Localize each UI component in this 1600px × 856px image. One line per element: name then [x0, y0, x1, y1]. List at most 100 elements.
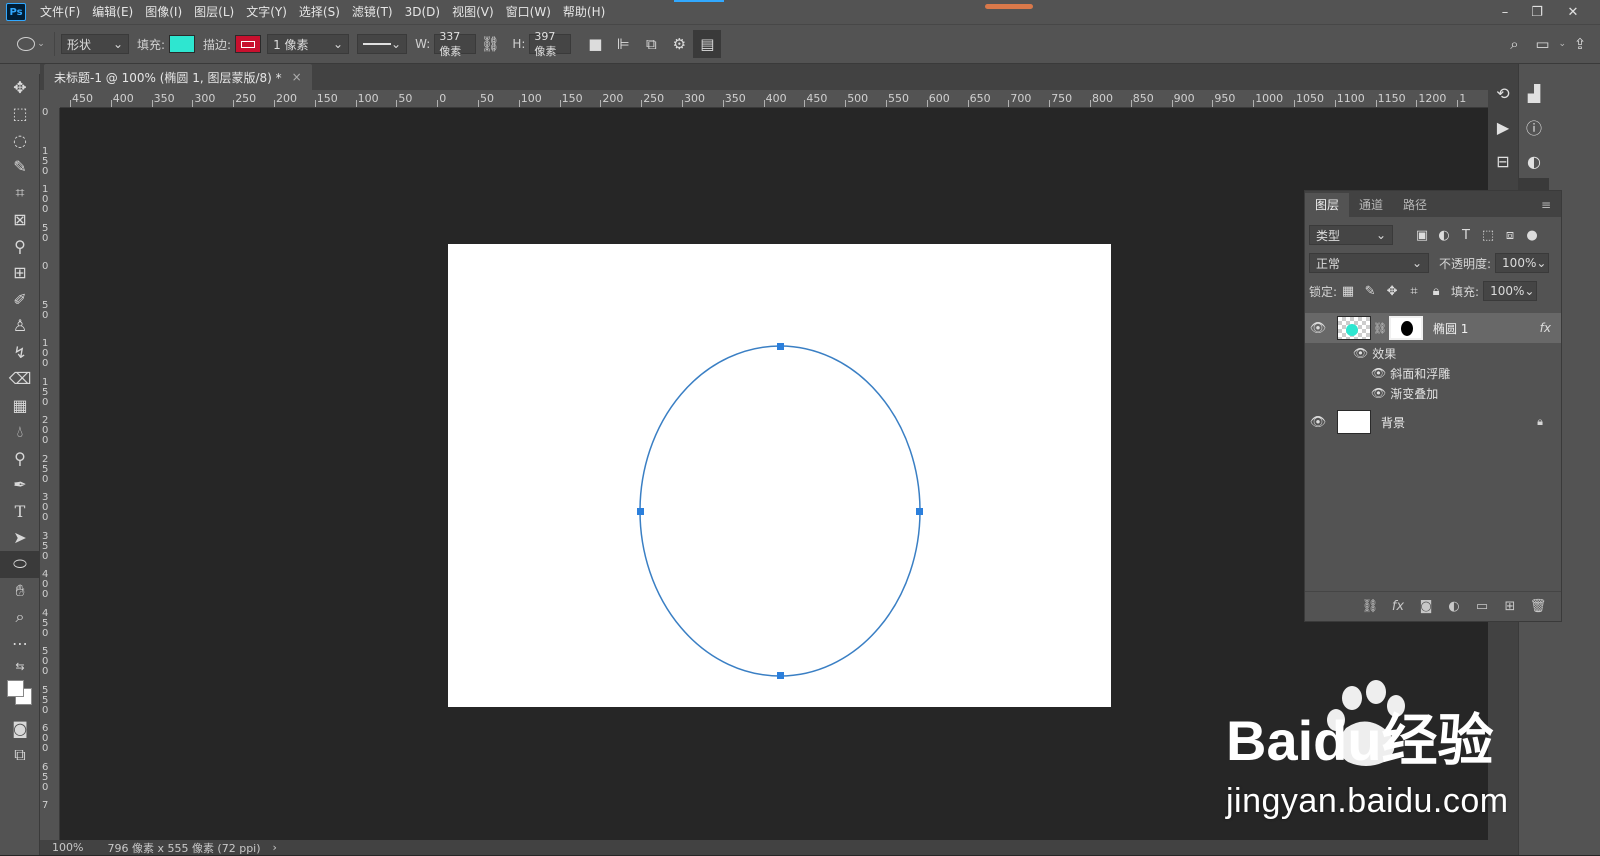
ellipse-path[interactable]: [639, 345, 921, 677]
blend-mode-select[interactable]: 正常 ⌄: [1309, 253, 1429, 273]
fill-input[interactable]: 100% ⌄: [1483, 281, 1538, 301]
link-layers-icon[interactable]: ⛓: [1359, 597, 1381, 617]
document-canvas[interactable]: [448, 244, 1111, 707]
tab-paths[interactable]: 路径: [1393, 193, 1437, 217]
tab-channels[interactable]: 通道: [1349, 193, 1393, 217]
lock-artboard-icon[interactable]: ⌗: [1403, 281, 1425, 301]
eye-icon[interactable]: 👁︎: [1353, 346, 1368, 360]
layer-row-ellipse[interactable]: 👁︎ ⛓ 椭圆 1 fx: [1305, 313, 1561, 343]
effect-gradient-row[interactable]: 👁︎ 渐变叠加: [1305, 383, 1561, 403]
menu-type[interactable]: 文字(Y): [240, 0, 293, 24]
hand-tool-icon[interactable]: ✋︎: [0, 578, 40, 605]
ellipse-shape[interactable]: [448, 244, 1111, 707]
vertical-ruler[interactable]: 0 1 5 0 1 0 0 5 0 0 5 0 1 0 0 1 5 0 2 0 0 2 5 0 3 …: [40, 108, 60, 840]
stamp-tool-icon[interactable]: ♙: [0, 313, 40, 340]
status-menu-arrow[interactable]: ›: [273, 841, 277, 854]
menu-filter[interactable]: 滤镜(T): [346, 0, 399, 24]
gear-icon[interactable]: ⚙: [665, 30, 693, 58]
anchor-handle-right[interactable]: [916, 508, 923, 515]
filter-pixel-icon[interactable]: ▣: [1411, 225, 1433, 245]
quick-mask-icon[interactable]: ◙: [0, 715, 40, 742]
filter-smart-object-icon[interactable]: ⧈: [1499, 225, 1521, 245]
zoom-tool-icon[interactable]: ⌕: [0, 604, 40, 631]
add-mask-icon[interactable]: ◙: [1415, 597, 1437, 617]
lock-image-icon[interactable]: ✎: [1359, 281, 1381, 301]
more-tools-icon[interactable]: ⋯: [0, 631, 40, 658]
menu-layer[interactable]: 图层(L): [188, 0, 240, 24]
filter-adjustment-icon[interactable]: ◐: [1433, 225, 1455, 245]
height-input[interactable]: 397 像素: [529, 30, 572, 58]
search-icon[interactable]: ⌕: [1500, 30, 1528, 58]
tool-mode-select[interactable]: 形状 ⌄: [61, 34, 129, 54]
minimize-button[interactable]: –: [1490, 0, 1520, 24]
filter-type-icon[interactable]: T: [1455, 225, 1477, 245]
marquee-tool-icon[interactable]: ⬚: [0, 101, 40, 128]
effects-row[interactable]: 👁︎ 效果: [1305, 343, 1561, 363]
filter-toggle-icon[interactable]: ●: [1521, 225, 1543, 245]
anchor-handle-bottom[interactable]: [777, 672, 784, 679]
menu-select[interactable]: 选择(S): [293, 0, 346, 24]
brush-tool-icon[interactable]: ✐: [0, 286, 40, 313]
lock-position-icon[interactable]: ✥: [1381, 281, 1403, 301]
lock-all-icon[interactable]: 🔒︎: [1425, 281, 1447, 301]
horizontal-ruler[interactable]: 450 400 350 300 250 200 150 100 50 0 50 100 150 200 25…: [60, 90, 1488, 108]
fill-color-swatch[interactable]: [169, 35, 196, 53]
frame-tool-icon[interactable]: ⊠: [0, 207, 40, 234]
effect-bevel-row[interactable]: 👁︎ 斜面和浮雕: [1305, 363, 1561, 383]
delete-layer-icon[interactable]: 🗑︎: [1527, 597, 1549, 617]
eye-icon[interactable]: 👁︎: [1371, 366, 1386, 380]
lasso-tool-icon[interactable]: ◌: [0, 127, 40, 154]
stroke-type-select[interactable]: ⌄: [357, 34, 408, 54]
layer-filter-select[interactable]: 类型 ⌄: [1309, 225, 1393, 245]
fx-icon[interactable]: fx: [1540, 321, 1551, 335]
layer-mask-thumbnail[interactable]: [1388, 316, 1423, 340]
align-edges-icon[interactable]: ▤: [693, 30, 722, 58]
link-icon[interactable]: ⛓: [476, 30, 504, 58]
layer-name[interactable]: 椭圆 1: [1433, 320, 1468, 337]
menu-window[interactable]: 窗口(W): [500, 0, 557, 24]
layer-name[interactable]: 背景: [1381, 414, 1405, 431]
new-group-icon[interactable]: ▭: [1471, 597, 1493, 617]
swap-colors-icon[interactable]: ⇆: [0, 657, 40, 675]
link-icon[interactable]: ⛓: [1373, 322, 1387, 335]
histogram-icon[interactable]: ▟: [1519, 76, 1549, 110]
menu-help[interactable]: 帮助(H): [557, 0, 611, 24]
lock-transparent-icon[interactable]: ▦: [1337, 281, 1359, 301]
actions-panel-icon[interactable]: ▶: [1488, 110, 1518, 144]
foreground-color[interactable]: [7, 680, 24, 697]
workspace-icon[interactable]: ▭: [1528, 30, 1556, 58]
menu-file[interactable]: 文件(F): [34, 0, 86, 24]
document-tab[interactable]: 未标题-1 @ 100% (椭圆 1, 图层蒙版/8) * ×: [44, 64, 312, 90]
menu-edit[interactable]: 编辑(E): [86, 0, 139, 24]
screen-mode-icon[interactable]: ⧉: [0, 742, 40, 769]
crop-tool-icon[interactable]: ⌗: [0, 180, 40, 207]
ellipse-tool-icon[interactable]: ⬭: [0, 551, 40, 578]
opacity-input[interactable]: 100% ⌄: [1495, 253, 1550, 273]
history-brush-tool-icon[interactable]: ↯: [0, 339, 40, 366]
eyedropper-tool-icon[interactable]: ⚲: [0, 233, 40, 260]
eraser-tool-icon[interactable]: ⌫: [0, 366, 40, 393]
anchor-handle-left[interactable]: [637, 508, 644, 515]
eye-icon[interactable]: 👁︎: [1305, 321, 1331, 336]
add-style-icon[interactable]: fx: [1387, 597, 1409, 617]
menu-image[interactable]: 图像(I): [139, 0, 188, 24]
blur-tool-icon[interactable]: 💧︎: [0, 419, 40, 446]
eye-icon[interactable]: 👁︎: [1371, 386, 1386, 400]
libraries-panel-icon[interactable]: ⊟: [1488, 144, 1518, 178]
anchor-handle-top[interactable]: [777, 343, 784, 350]
adjustments-icon[interactable]: ◐: [1519, 144, 1549, 178]
patch-tool-icon[interactable]: ⊞: [0, 260, 40, 287]
layer-row-background[interactable]: 👁︎ 背景 🔒︎: [1305, 407, 1561, 437]
new-adjustment-icon[interactable]: ◐: [1443, 597, 1465, 617]
eye-icon[interactable]: 👁︎: [1305, 415, 1331, 430]
share-icon[interactable]: ⇪: [1566, 30, 1594, 58]
menu-3d[interactable]: 3D(D): [399, 0, 446, 24]
stroke-width-select[interactable]: 1 像素 ⌄: [267, 34, 350, 54]
type-tool-icon[interactable]: T: [0, 498, 40, 525]
new-layer-icon[interactable]: ⊞: [1499, 597, 1521, 617]
tool-preset-picker[interactable]: ⌄: [14, 30, 48, 58]
close-tab-icon[interactable]: ×: [292, 70, 302, 84]
gradient-tool-icon[interactable]: ▦: [0, 392, 40, 419]
quick-selection-tool-icon[interactable]: ✎: [0, 154, 40, 181]
width-input[interactable]: 337 像素: [434, 30, 477, 58]
